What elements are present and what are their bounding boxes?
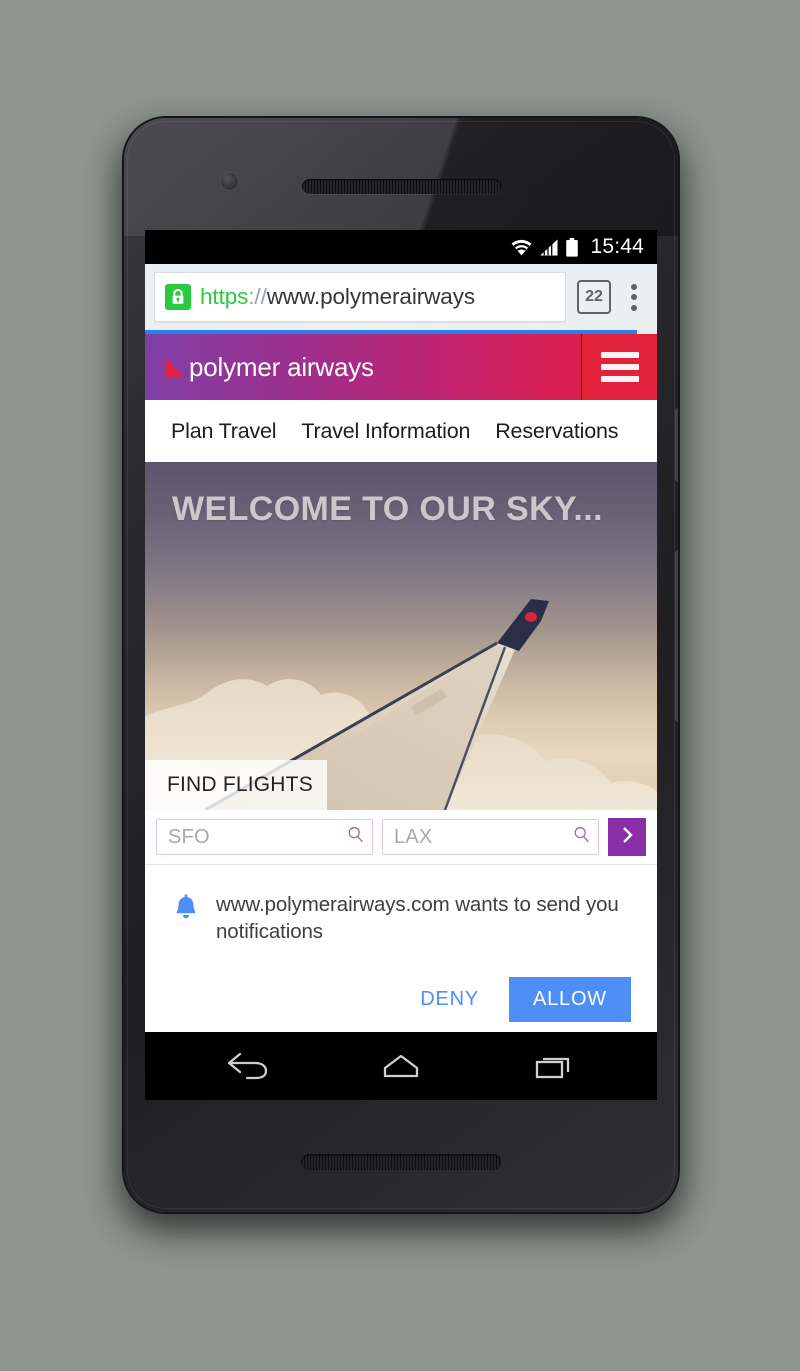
- page-load-progress: [145, 330, 657, 334]
- home-icon[interactable]: [361, 1040, 441, 1092]
- hero-title: WELCOME TO OUR SKY...: [172, 490, 603, 528]
- android-nav-bar: [145, 1032, 657, 1100]
- search-icon[interactable]: [573, 826, 590, 848]
- site-brand[interactable]: polymer airways: [145, 334, 581, 400]
- origin-field-wrapper[interactable]: SFO: [156, 819, 373, 855]
- find-flights-tab-label: FIND FLIGHTS: [167, 773, 313, 796]
- destination-field-wrapper[interactable]: LAX: [382, 819, 599, 855]
- notification-permission-dialog: www.polymerairways.com wants to send you…: [145, 865, 657, 1039]
- android-status-bar: 15:44: [145, 230, 657, 264]
- flight-search-row: SFO LAX: [145, 810, 657, 865]
- permission-actions: DENY ALLOW: [167, 977, 635, 1023]
- site-nav: Plan Travel Travel Information Reservati…: [145, 400, 657, 462]
- chevron-right-icon: [620, 825, 635, 850]
- url-separator: ://: [248, 284, 267, 309]
- screen-glare: [124, 118, 678, 236]
- nav-item-travel-information[interactable]: Travel Information: [301, 419, 470, 444]
- search-submit-button[interactable]: [608, 818, 646, 856]
- battery-icon: [565, 237, 579, 257]
- url-host: www.polymerairways: [266, 284, 475, 309]
- phone-screen: 15:44 https://www.polymerairways 22 poly…: [145, 230, 657, 1100]
- search-icon[interactable]: [347, 826, 364, 848]
- origin-input-placeholder: SFO: [168, 825, 210, 848]
- volume-rocker-button[interactable]: [675, 550, 678, 722]
- status-bar-clock: 15:44: [590, 235, 644, 258]
- permission-message-row: www.polymerairways.com wants to send you…: [167, 891, 635, 945]
- phone-device: 15:44 https://www.polymerairways 22 poly…: [124, 118, 678, 1212]
- allow-button[interactable]: ALLOW: [508, 977, 631, 1023]
- triangle-logo-icon: [164, 356, 186, 379]
- permission-message: www.polymerairways.com wants to send you…: [216, 893, 619, 944]
- bell-icon: [173, 894, 199, 927]
- deny-button[interactable]: DENY: [404, 979, 495, 1020]
- site-header: polymer airways: [145, 334, 657, 400]
- earpiece-speaker: [302, 179, 502, 194]
- url-scheme: https: [200, 284, 249, 309]
- url-bar[interactable]: https://www.polymerairways: [154, 272, 566, 322]
- browser-toolbar: https://www.polymerairways 22: [145, 264, 657, 330]
- front-camera: [221, 173, 238, 190]
- wifi-icon: [511, 239, 532, 256]
- bottom-speaker: [301, 1154, 501, 1170]
- recents-icon[interactable]: [514, 1040, 594, 1092]
- lock-icon: [165, 284, 191, 310]
- find-flights-tab[interactable]: FIND FLIGHTS: [145, 760, 327, 810]
- page-load-progress-fill: [145, 330, 637, 334]
- back-icon[interactable]: [208, 1040, 288, 1092]
- hamburger-icon[interactable]: [581, 334, 657, 400]
- destination-input-placeholder: LAX: [394, 825, 433, 848]
- nav-item-plan-travel[interactable]: Plan Travel: [171, 419, 277, 444]
- screenshot-stage: 15:44 https://www.polymerairways 22 poly…: [0, 0, 800, 1371]
- signal-icon: [539, 239, 558, 256]
- overflow-menu-icon[interactable]: [617, 277, 651, 317]
- tab-switcher-button[interactable]: 22: [577, 280, 611, 314]
- hero-section: WELCOME TO OUR SKY... FIND FLIGHTS: [145, 462, 657, 810]
- url-text: https://www.polymerairways: [200, 284, 475, 310]
- power-button[interactable]: [675, 408, 678, 482]
- site-brand-label: polymer airways: [189, 351, 374, 382]
- nav-item-reservations[interactable]: Reservations: [495, 419, 618, 444]
